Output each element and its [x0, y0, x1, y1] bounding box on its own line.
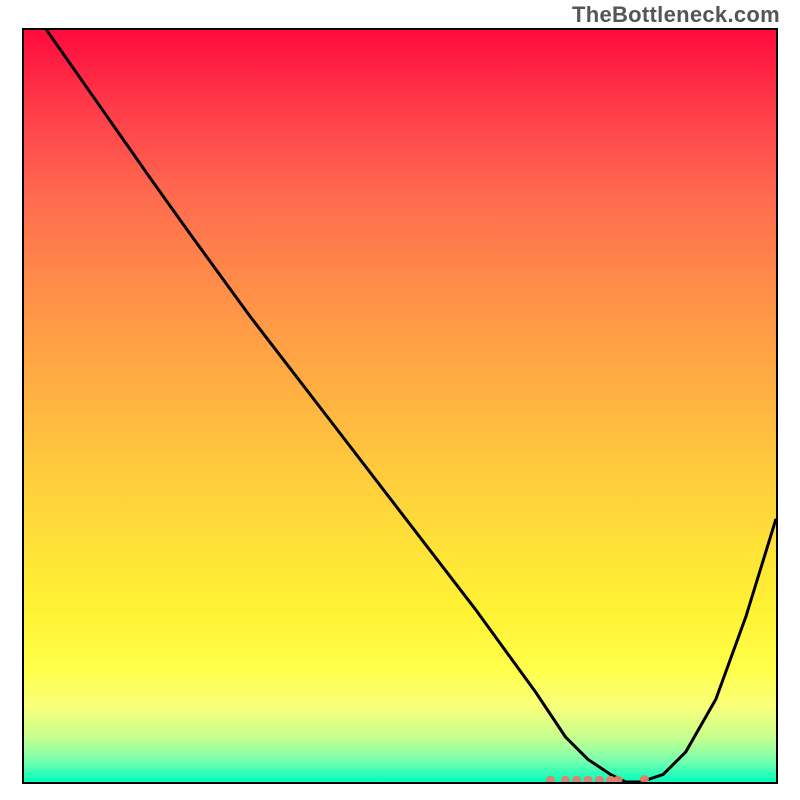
- plot-area: [22, 28, 778, 784]
- optimal-marker: [583, 776, 592, 782]
- optimal-marker: [572, 776, 581, 782]
- optimal-marker: [595, 776, 604, 782]
- curve-overlay: [24, 30, 776, 782]
- optimal-marker: [546, 776, 555, 782]
- bottleneck-curve-path: [47, 30, 776, 782]
- watermark-text: TheBottleneck.com: [572, 2, 780, 28]
- chart-container: TheBottleneck.com: [0, 0, 800, 800]
- optimal-marker: [614, 776, 623, 782]
- optimal-marker: [561, 776, 570, 782]
- optimal-marker: [640, 775, 649, 782]
